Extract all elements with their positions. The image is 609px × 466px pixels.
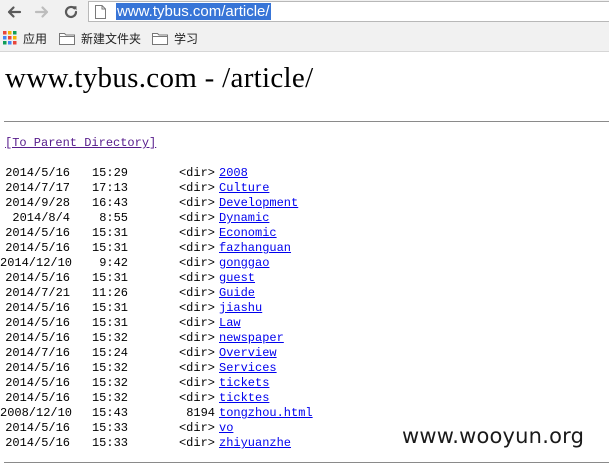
apps-grid-icon xyxy=(3,31,17,45)
entry-size: <dir> xyxy=(178,391,215,405)
entry-link[interactable]: Economic xyxy=(219,226,277,241)
bookmark-apps[interactable]: 应用 xyxy=(3,29,47,47)
back-arrow-icon xyxy=(7,6,22,18)
bookmarks-bar: 应用 新建文件夹 学习 xyxy=(0,24,609,52)
entry-size: <dir> xyxy=(178,211,215,225)
listing-row: 2014/5/16 15:32 <dir> ticktes xyxy=(0,391,609,406)
entry-link[interactable]: Dynamic xyxy=(219,211,269,226)
listing-row: 2014/7/16 15:24 <dir> Overview xyxy=(0,346,609,361)
entry-size: <dir> xyxy=(178,376,215,390)
entry-size: <dir> xyxy=(178,421,215,435)
entry-link[interactable]: ticktes xyxy=(219,391,269,406)
listing-row: 2014/5/16 15:29 <dir> 2008 xyxy=(0,166,609,181)
bookmark-label: 新建文件夹 xyxy=(81,31,142,46)
entry-link[interactable]: jiashu xyxy=(219,301,262,316)
reload-button[interactable] xyxy=(60,1,82,23)
entry-size: <dir> xyxy=(178,301,215,315)
entry-size: <dir> xyxy=(178,346,215,360)
bookmark-new-folder[interactable]: 新建文件夹 xyxy=(59,29,141,47)
folder-icon xyxy=(59,32,75,45)
entry-size: <dir> xyxy=(178,361,215,375)
directory-listing: 2014/5/16 15:29 <dir> 2008 2014/7/17 17:13 <di… xyxy=(0,166,609,451)
entry-link[interactable]: newspaper xyxy=(219,331,284,346)
listing-row: 2014/5/16 15:31 <dir> fazhanguan xyxy=(0,241,609,256)
listing-row: 2014/5/16 15:31 <dir> guest xyxy=(0,271,609,286)
entry-size: <dir> xyxy=(178,286,215,300)
entry-link[interactable]: gonggao xyxy=(219,256,269,271)
entry-size: <dir> xyxy=(178,271,215,285)
bookmark-label: 应用 xyxy=(23,31,48,46)
page-icon xyxy=(95,5,106,24)
entry-link[interactable]: guest xyxy=(219,271,255,286)
back-button[interactable] xyxy=(3,1,25,23)
entry-link[interactable]: Overview xyxy=(219,346,277,361)
entry-link[interactable]: fazhanguan xyxy=(219,241,291,256)
entry-size: <dir> xyxy=(178,316,215,330)
address-bar[interactable]: www.tybus.com/article/ xyxy=(88,1,609,22)
listing-row: 2014/7/17 17:13 <dir> Culture xyxy=(0,181,609,196)
entry-link[interactable]: tongzhou.html xyxy=(219,406,313,421)
parent-directory-link[interactable]: [To Parent Directory] xyxy=(5,136,156,151)
entry-link[interactable]: Development xyxy=(219,196,298,211)
folder-icon xyxy=(152,32,168,45)
entry-size: <dir> xyxy=(178,256,215,270)
listing-row: 2014/5/16 15:32 <dir> Services xyxy=(0,361,609,376)
entry-size: <dir> xyxy=(178,226,215,240)
entry-link[interactable]: Services xyxy=(219,361,277,376)
page-title: www.tybus.com - /article/ xyxy=(5,62,314,94)
bookmark-label: 学习 xyxy=(174,31,199,46)
entry-size: <dir> xyxy=(178,166,215,180)
divider xyxy=(4,462,609,463)
forward-button[interactable] xyxy=(31,1,53,23)
forward-arrow-icon xyxy=(34,6,49,18)
reload-icon xyxy=(64,5,78,19)
listing-row: 2014/7/21 11:26 <dir> Guide xyxy=(0,286,609,301)
listing-row: 2014/5/16 15:32 <dir> newspaper xyxy=(0,331,609,346)
listing-row: 2014/5/16 15:31 <dir> jiashu xyxy=(0,301,609,316)
listing-row: 2014/12/10 9:42 <dir> gonggao xyxy=(0,256,609,271)
listing-row: 2014/5/16 15:31 <dir> Economic xyxy=(0,226,609,241)
listing-row: 2014/8/4 8:55 <dir> Dynamic xyxy=(0,211,609,226)
entry-link[interactable]: tickets xyxy=(219,376,269,391)
entry-link[interactable]: vo xyxy=(219,421,233,436)
watermark-text: www.wooyun.org xyxy=(402,424,585,448)
entry-link[interactable]: Guide xyxy=(219,286,255,301)
entry-size: <dir> xyxy=(178,181,215,195)
url-text[interactable]: www.tybus.com/article/ xyxy=(116,3,271,20)
entry-size: 8194 xyxy=(186,406,215,420)
entry-size: <dir> xyxy=(178,331,215,345)
entry-size: <dir> xyxy=(178,241,215,255)
entry-link[interactable]: zhiyuanzhe xyxy=(219,436,291,451)
listing-row: 2014/5/16 15:31 <dir> Law xyxy=(0,316,609,331)
entry-size: <dir> xyxy=(178,436,215,450)
entry-link[interactable]: Culture xyxy=(219,181,269,196)
entry-size: <dir> xyxy=(178,196,215,210)
divider xyxy=(4,121,609,122)
listing-row: 2014/5/16 15:32 <dir> tickets xyxy=(0,376,609,391)
entry-link[interactable]: Law xyxy=(219,316,241,331)
listing-row: 2014/9/28 16:43 <dir> Development xyxy=(0,196,609,211)
listing-row: 2008/12/10 15:43 8194 tongzhou.html xyxy=(0,406,609,421)
entry-link[interactable]: 2008 xyxy=(219,166,248,181)
browser-toolbar: www.tybus.com/article/ xyxy=(0,0,609,24)
bookmark-study[interactable]: 学习 xyxy=(152,29,198,47)
